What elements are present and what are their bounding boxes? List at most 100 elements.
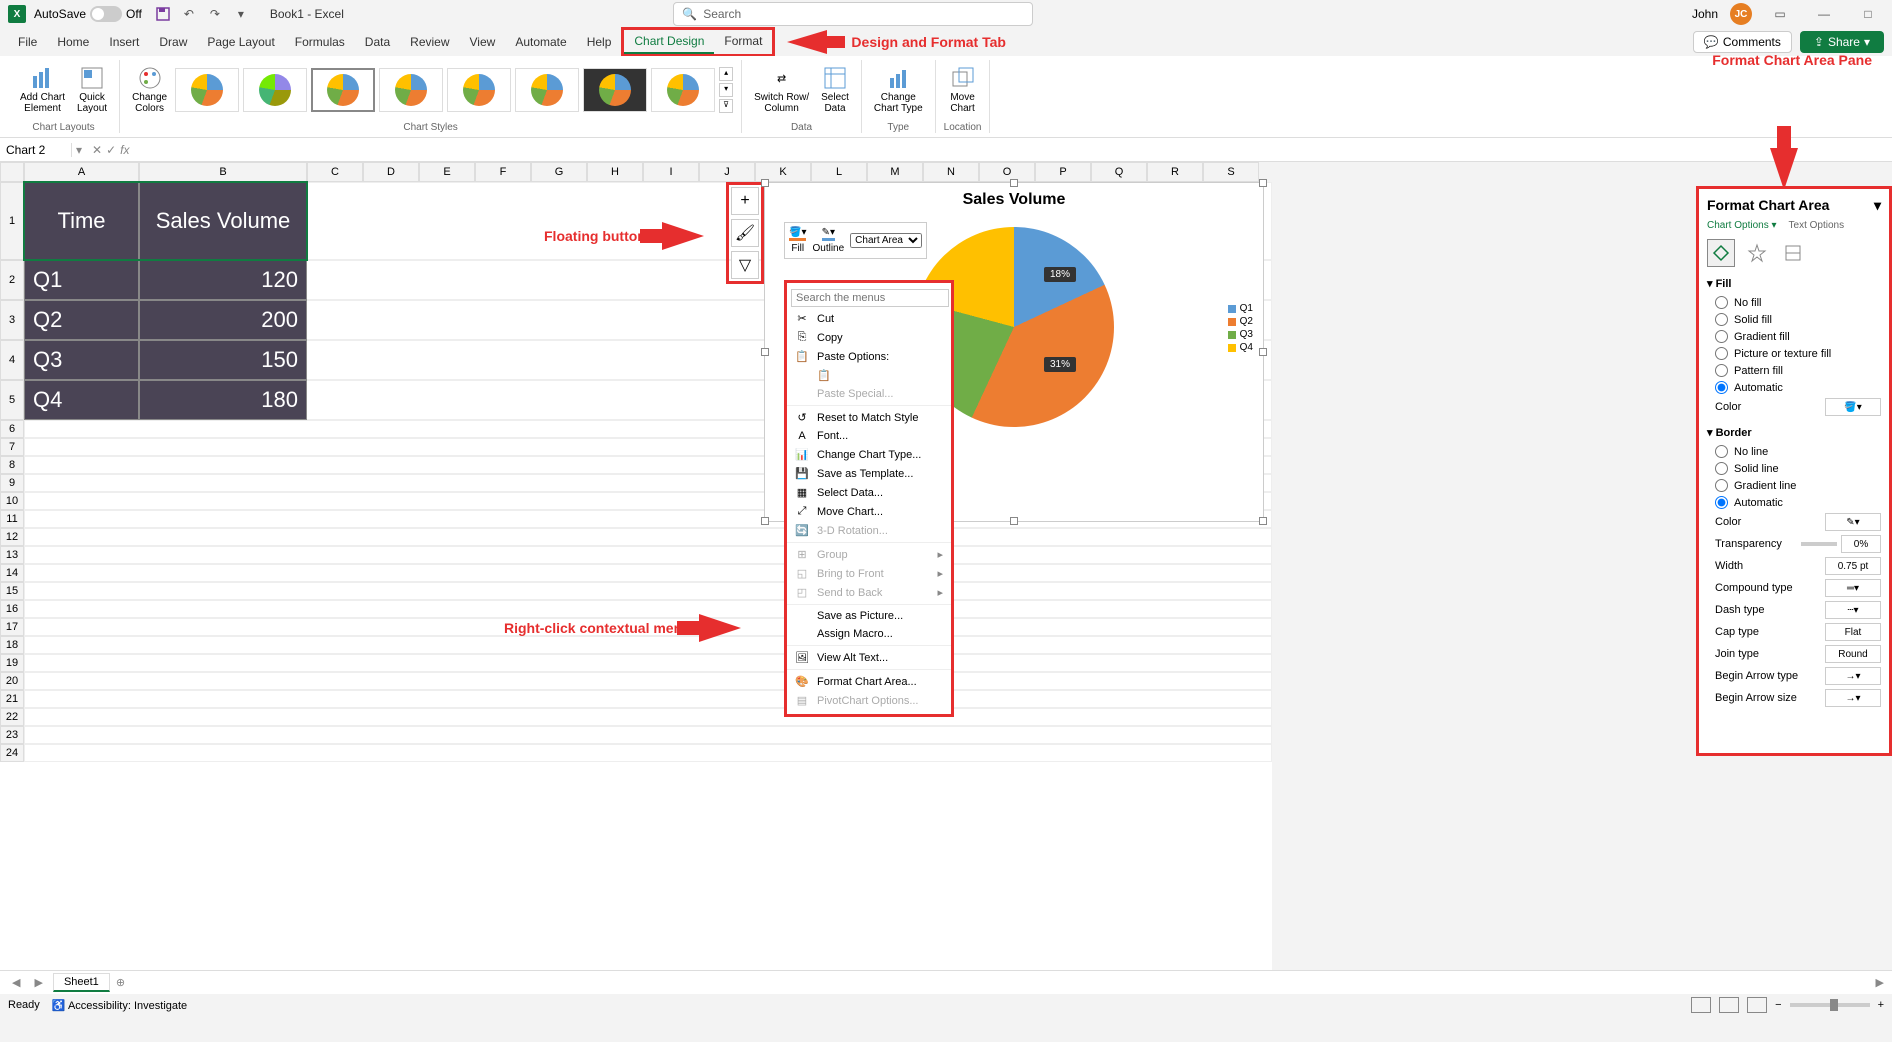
undo-icon[interactable]: ↶ [180, 5, 198, 23]
col-header-d[interactable]: D [363, 162, 419, 182]
no-line-radio[interactable]: No line [1707, 443, 1881, 460]
row-header[interactable]: 1 [0, 182, 24, 260]
fill-section-header[interactable]: ▾ Fill [1707, 277, 1881, 290]
comments-button[interactable]: 💬 Comments [1693, 31, 1792, 53]
zoom-out-button[interactable]: − [1775, 999, 1781, 1011]
tab-help[interactable]: Help [577, 31, 622, 53]
border-color-picker[interactable]: ✎▾ [1825, 513, 1881, 531]
menu-copy[interactable]: ⎘Copy [787, 328, 951, 347]
styles-scroll-down-icon[interactable]: ▾ [719, 83, 733, 97]
pattern-fill-radio[interactable]: Pattern fill [1707, 362, 1881, 379]
col-header-f[interactable]: F [475, 162, 531, 182]
col-header-n[interactable]: N [923, 162, 979, 182]
row-header[interactable]: 14 [0, 564, 24, 582]
table-cell[interactable]: 200 [139, 300, 307, 340]
chart-options-tab[interactable]: Chart Options ▾ [1707, 220, 1777, 231]
menu-format-chart-area[interactable]: 🎨Format Chart Area... [787, 672, 951, 691]
quick-layout-button[interactable]: Quick Layout [73, 64, 111, 116]
redo-icon[interactable]: ↷ [206, 5, 224, 23]
tab-review[interactable]: Review [400, 31, 459, 53]
tab-format[interactable]: Format [714, 30, 772, 54]
row-header[interactable]: 22 [0, 708, 24, 726]
page-break-view-button[interactable] [1747, 997, 1767, 1013]
col-header-b[interactable]: B [139, 162, 307, 182]
col-header-s[interactable]: S [1203, 162, 1259, 182]
col-header-i[interactable]: I [643, 162, 699, 182]
dash-picker[interactable]: ┄▾ [1825, 601, 1881, 619]
compound-picker[interactable]: ═▾ [1825, 579, 1881, 597]
table-cell[interactable]: 180 [139, 380, 307, 420]
gradient-fill-radio[interactable]: Gradient fill [1707, 328, 1881, 345]
col-header-j[interactable]: J [699, 162, 755, 182]
col-header-l[interactable]: L [811, 162, 867, 182]
scroll-right-icon[interactable]: ▶ [1876, 976, 1884, 989]
chart-style-8[interactable] [651, 68, 715, 112]
chart-style-3[interactable] [311, 68, 375, 112]
tab-automate[interactable]: Automate [505, 31, 576, 53]
transparency-input[interactable]: 0% [1841, 535, 1881, 553]
row-header[interactable]: 23 [0, 726, 24, 744]
save-icon[interactable] [154, 5, 172, 23]
autosave-toggle[interactable] [90, 6, 122, 22]
chart-styles-button[interactable]: 🖌 [731, 219, 759, 247]
chart-style-5[interactable] [447, 68, 511, 112]
qat-dropdown-icon[interactable]: ▾ [232, 5, 250, 23]
chart-filters-button[interactable]: ▽ [731, 251, 759, 279]
accessibility-status[interactable]: ♿ Accessibility: Investigate [52, 999, 187, 1012]
menu-save-picture[interactable]: Save as Picture... [787, 607, 951, 625]
tab-chart-design[interactable]: Chart Design [624, 30, 714, 54]
row-header[interactable]: 10 [0, 492, 24, 510]
enter-formula-icon[interactable]: ✓ [106, 143, 116, 157]
search-box[interactable]: 🔍 Search [673, 2, 1033, 26]
page-layout-view-button[interactable] [1719, 997, 1739, 1013]
styles-scroll-up-icon[interactable]: ▴ [719, 67, 733, 81]
col-header-e[interactable]: E [419, 162, 475, 182]
gradient-line-radio[interactable]: Gradient line [1707, 477, 1881, 494]
row-header[interactable]: 7 [0, 438, 24, 456]
menu-change-chart-type[interactable]: 📊Change Chart Type... [787, 445, 951, 464]
no-fill-radio[interactable]: No fill [1707, 294, 1881, 311]
begin-arrow-picker[interactable]: →▾ [1825, 667, 1881, 685]
row-header[interactable]: 8 [0, 456, 24, 474]
row-header[interactable]: 2 [0, 260, 24, 300]
menu-save-template[interactable]: 💾Save as Template... [787, 464, 951, 483]
chart-element-dropdown[interactable]: Chart Area [850, 233, 922, 248]
table-cell[interactable]: Q2 [24, 300, 139, 340]
zoom-slider[interactable] [1790, 1003, 1870, 1007]
automatic-fill-radio[interactable]: Automatic [1707, 379, 1881, 396]
col-header-q[interactable]: Q [1091, 162, 1147, 182]
row-header[interactable]: 17 [0, 618, 24, 636]
row-header[interactable]: 15 [0, 582, 24, 600]
menu-select-data[interactable]: ▦Select Data... [787, 483, 951, 502]
minimize-icon[interactable]: — [1808, 4, 1840, 24]
tab-data[interactable]: Data [355, 31, 400, 53]
menu-search-input[interactable] [791, 289, 949, 307]
col-header-m[interactable]: M [867, 162, 923, 182]
col-header-c[interactable]: C [307, 162, 363, 182]
change-chart-type-button[interactable]: Change Chart Type [870, 64, 927, 116]
menu-reset-style[interactable]: ↺Reset to Match Style [787, 408, 951, 427]
row-header[interactable]: 9 [0, 474, 24, 492]
chart-style-2[interactable] [243, 68, 307, 112]
row-header[interactable]: 11 [0, 510, 24, 528]
picture-fill-radio[interactable]: Picture or texture fill [1707, 345, 1881, 362]
share-button[interactable]: ⇪ Share ▾ [1800, 31, 1884, 53]
switch-row-column-button[interactable]: ⇄ Switch Row/ Column [750, 64, 813, 116]
add-chart-element-button[interactable]: Add Chart Element [16, 64, 69, 116]
effects-tab-icon[interactable] [1743, 239, 1771, 267]
fill-color-picker[interactable]: 🪣▾ [1825, 398, 1881, 416]
col-header-a[interactable]: A [24, 162, 139, 182]
chart-style-6[interactable] [515, 68, 579, 112]
sheet-nav-prev[interactable]: ◀ [8, 976, 24, 989]
menu-move-chart[interactable]: ⤢Move Chart... [787, 502, 951, 521]
tab-file[interactable]: File [8, 31, 47, 53]
name-box-dropdown-icon[interactable]: ▾ [72, 143, 86, 157]
col-header-h[interactable]: H [587, 162, 643, 182]
row-header[interactable]: 4 [0, 340, 24, 380]
user-avatar[interactable]: JC [1730, 3, 1752, 25]
chart-title[interactable]: Sales Volume [765, 183, 1263, 217]
select-all-corner[interactable] [0, 162, 24, 182]
row-header[interactable]: 3 [0, 300, 24, 340]
row-header[interactable]: 12 [0, 528, 24, 546]
col-header-g[interactable]: G [531, 162, 587, 182]
